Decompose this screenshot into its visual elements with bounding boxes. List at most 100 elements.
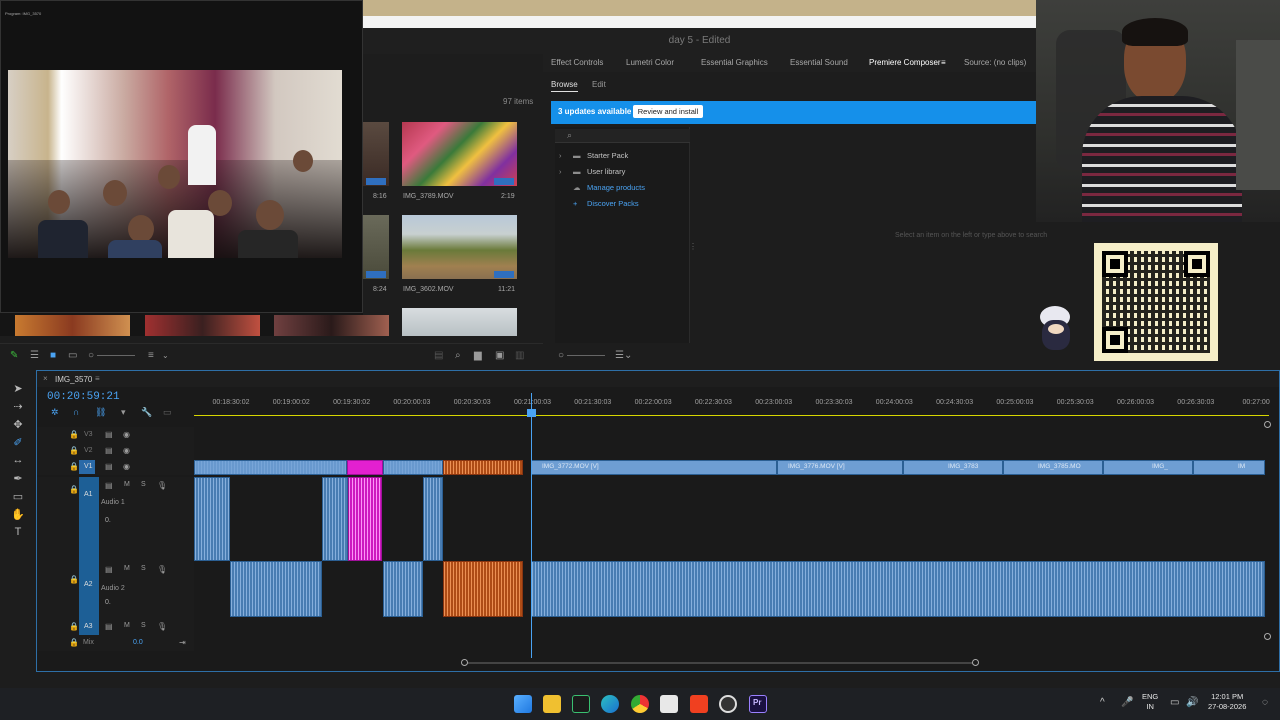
video-clip[interactable]: IMG_3772.MOV [V] bbox=[531, 460, 777, 475]
playhead-handle[interactable] bbox=[527, 409, 536, 417]
sync-lock-icon[interactable]: ▤ bbox=[105, 481, 113, 490]
skip-end-icon[interactable]: ⇥ bbox=[179, 638, 186, 647]
program-video-frame[interactable] bbox=[8, 70, 342, 258]
video-clip[interactable]: IM bbox=[1193, 460, 1265, 475]
sync-lock-icon[interactable]: ▤ bbox=[105, 622, 113, 631]
search-icon[interactable]: ⌕ bbox=[455, 350, 461, 362]
edit-tab[interactable]: Edit bbox=[592, 80, 606, 89]
audio-clip[interactable] bbox=[230, 561, 322, 617]
network-icon[interactable]: ▭ bbox=[1170, 697, 1179, 708]
scroll-track[interactable] bbox=[464, 662, 976, 664]
chevron-up-icon[interactable]: ^ bbox=[1100, 697, 1105, 708]
video-clip[interactable] bbox=[443, 460, 523, 475]
marker-icon[interactable]: ▾ bbox=[121, 407, 126, 418]
eye-icon[interactable]: ◉ bbox=[123, 430, 130, 439]
lock-icon[interactable]: 🔒 bbox=[69, 430, 79, 439]
composer-zoom-track[interactable] bbox=[567, 355, 605, 356]
film-icon[interactable]: ▤ bbox=[105, 462, 113, 471]
tab-effect-controls[interactable]: Effect Controls bbox=[551, 58, 603, 67]
volume-icon[interactable]: 🔊 bbox=[1186, 697, 1198, 708]
audio-clip[interactable] bbox=[443, 561, 523, 617]
lock-icon[interactable]: 🔒 bbox=[69, 446, 79, 455]
brave-icon[interactable] bbox=[690, 695, 708, 713]
solo-button[interactable]: S bbox=[141, 622, 146, 629]
composer-sort-icon[interactable]: ☰⌄ bbox=[615, 350, 632, 362]
composer-zoom-knob-icon[interactable]: ○ bbox=[558, 350, 564, 362]
list-view-icon[interactable]: ☰ bbox=[30, 350, 39, 362]
clip-thumbnail[interactable] bbox=[402, 308, 517, 336]
timecode-display[interactable]: 00:20:59:21 bbox=[47, 391, 120, 403]
clip-thumbnail[interactable] bbox=[402, 122, 517, 186]
clip-thumbnail[interactable] bbox=[402, 215, 517, 279]
panel-menu-icon[interactable]: ≡ bbox=[941, 58, 946, 67]
lock-icon[interactable]: 🔒 bbox=[69, 622, 79, 631]
file-explorer-icon[interactable] bbox=[543, 695, 561, 713]
tab-lumetri-color[interactable]: Lumetri Color bbox=[626, 58, 674, 67]
tab-essential-graphics[interactable]: Essential Graphics bbox=[701, 58, 768, 67]
new-item-icon[interactable]: ▣ bbox=[495, 350, 504, 362]
selection-tool-icon[interactable]: ➤ bbox=[10, 382, 26, 395]
vertical-scroll-knob[interactable] bbox=[1264, 633, 1271, 640]
snap-icon[interactable]: ∩ bbox=[73, 407, 79, 417]
store-icon[interactable] bbox=[660, 695, 678, 713]
start-button-icon[interactable] bbox=[514, 695, 532, 713]
eye-icon[interactable]: ◉ bbox=[123, 462, 130, 471]
close-icon[interactable]: × bbox=[43, 374, 48, 383]
microphone-icon[interactable]: 🎙 bbox=[157, 565, 167, 574]
icon-view-icon[interactable]: ■ bbox=[50, 350, 56, 362]
mute-button[interactable]: M bbox=[124, 481, 130, 488]
edge-icon[interactable] bbox=[601, 695, 619, 713]
zoom-slider-knob-icon[interactable]: ○ bbox=[88, 350, 94, 362]
film-icon[interactable]: ▤ bbox=[105, 446, 113, 455]
slip-tool-icon[interactable]: ↔ bbox=[10, 454, 26, 466]
notification-icon[interactable]: ◌ bbox=[1262, 697, 1268, 708]
type-tool-icon[interactable]: T bbox=[10, 526, 26, 538]
obs-icon[interactable] bbox=[719, 695, 737, 713]
audio-clip[interactable] bbox=[322, 477, 348, 561]
tree-item-starter-pack[interactable]: › ▬ Starter Pack bbox=[559, 151, 628, 160]
splitter-handle[interactable]: ⋮ bbox=[689, 242, 697, 251]
hand-tool-icon[interactable]: ✋ bbox=[10, 508, 26, 521]
solo-button[interactable]: S bbox=[141, 565, 146, 572]
pen-tool-icon[interactable]: ✒ bbox=[10, 472, 26, 485]
chrome-icon[interactable] bbox=[631, 695, 649, 713]
video-clip[interactable] bbox=[194, 460, 347, 475]
tree-item-discover-packs[interactable]: + Discover Packs bbox=[559, 199, 639, 208]
freeform-view-icon[interactable]: ▭ bbox=[68, 350, 77, 362]
lock-icon[interactable]: 🔒 bbox=[69, 462, 79, 471]
microphone-tray-icon[interactable]: 🎤 bbox=[1121, 697, 1133, 708]
tab-essential-sound[interactable]: Essential Sound bbox=[790, 58, 848, 67]
audio-clip[interactable] bbox=[423, 477, 443, 561]
composer-search-input[interactable]: ⌕ bbox=[555, 129, 690, 143]
work-area-bar[interactable] bbox=[194, 415, 1269, 416]
razor-tool-icon[interactable]: ✐ bbox=[10, 436, 26, 449]
microphone-icon[interactable]: 🎙 bbox=[157, 481, 167, 490]
eye-icon[interactable]: ◉ bbox=[123, 446, 130, 455]
ripple-edit-tool-icon[interactable]: ✥ bbox=[10, 418, 26, 431]
new-bin-icon[interactable]: ▆ bbox=[474, 350, 482, 362]
audio-clip[interactable] bbox=[194, 477, 230, 561]
tab-menu-icon[interactable]: ≡ bbox=[95, 374, 100, 383]
lock-icon[interactable]: 🔒 bbox=[69, 485, 79, 494]
vertical-scroll-knob[interactable] bbox=[1264, 421, 1271, 428]
nest-icon[interactable]: ✲ bbox=[51, 407, 59, 418]
rectangle-tool-icon[interactable]: ▭ bbox=[10, 490, 26, 503]
nvidia-app-icon[interactable] bbox=[572, 695, 590, 713]
review-and-install-button[interactable]: Review and install bbox=[633, 105, 703, 118]
tab-source[interactable]: Source: (no clips) bbox=[964, 58, 1026, 67]
language-indicator[interactable]: ENG IN bbox=[1142, 692, 1158, 712]
solo-button[interactable]: S bbox=[141, 481, 146, 488]
horizontal-scrollbar[interactable] bbox=[37, 659, 1279, 669]
captions-icon[interactable]: ▭ bbox=[163, 407, 172, 418]
audio-clip[interactable] bbox=[348, 477, 382, 561]
clip-thumbnail-partial[interactable] bbox=[363, 215, 389, 279]
mute-button[interactable]: M bbox=[124, 622, 130, 629]
video-clip[interactable]: IMG_3785.MO bbox=[1003, 460, 1103, 475]
clock[interactable]: 12:01 PM 27-08-2026 bbox=[1208, 692, 1246, 712]
scroll-knob-right[interactable] bbox=[972, 659, 979, 666]
automate-icon[interactable]: ▤ bbox=[434, 350, 443, 362]
tree-item-manage-products[interactable]: ☁ Manage products bbox=[559, 183, 645, 192]
linked-selection-icon[interactable]: ⛓ bbox=[95, 407, 106, 418]
video-clip[interactable] bbox=[383, 460, 443, 475]
video-clip[interactable]: IMG_ bbox=[1103, 460, 1193, 475]
